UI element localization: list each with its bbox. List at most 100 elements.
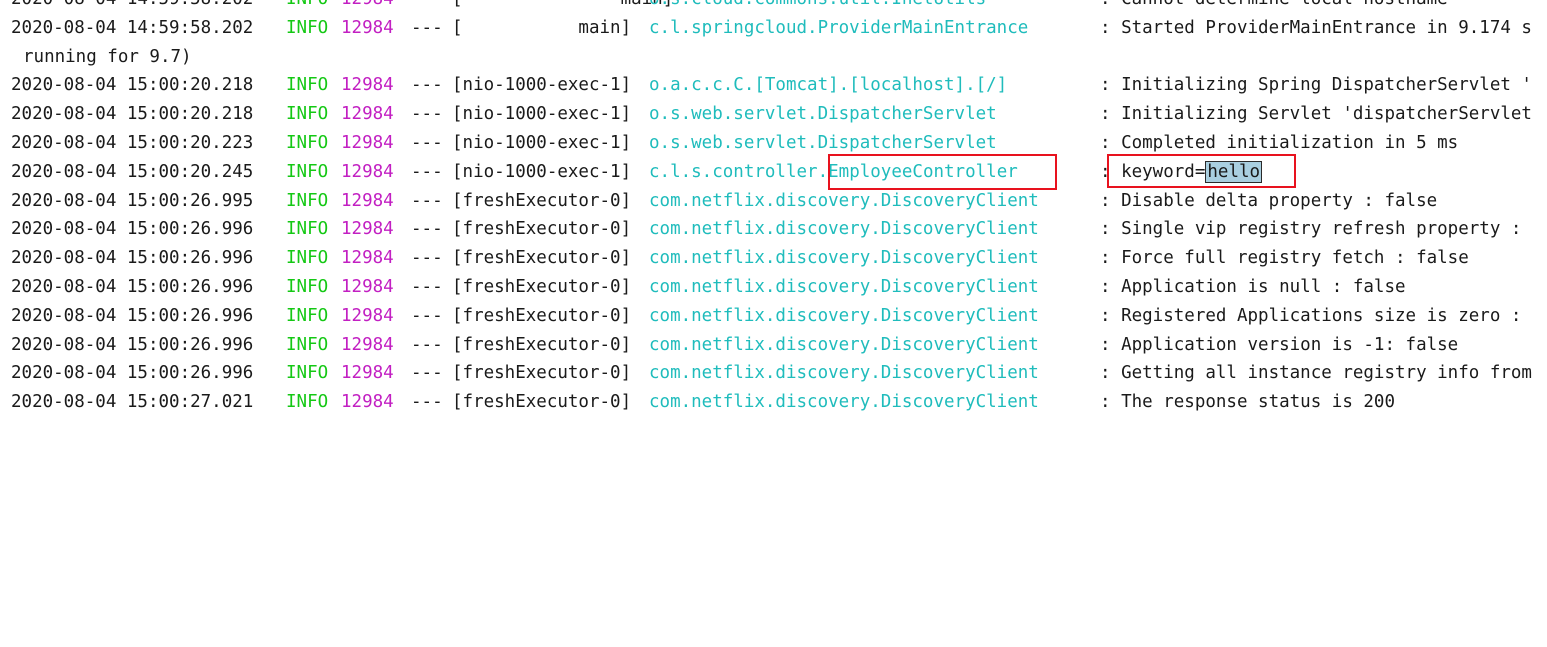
log-timestamp: 2020-08-04 14:59:58.202 — [11, 0, 253, 14]
log-line-wrap: running for 9.7) — [0, 43, 1547, 72]
log-thread: [freshExecutor-0] — [452, 190, 632, 211]
log-timestamp: 2020-08-04 15:00:26.996 — [11, 305, 254, 326]
log-timestamp: 2020-08-04 15:00:20.218 — [11, 75, 254, 96]
highlight-box-keyword — [1107, 154, 1296, 188]
log-thread: [nio-1000-exec-1] — [452, 161, 632, 182]
log-thread: [nio-1000-exec-1] — [452, 104, 632, 125]
log-separator: --- — [411, 392, 443, 413]
log-logger: com.netflix.discovery.DiscoveryClient — [649, 276, 1039, 297]
log-level: INFO — [286, 75, 329, 96]
log-line: 2020-08-04 15:00:26.996 INFO 12984 --- [… — [0, 331, 1547, 360]
log-pid: 12984 — [341, 219, 394, 240]
log-thread: [freshExecutor-0] — [452, 363, 632, 384]
log-separator: --- — [411, 190, 443, 211]
log-level: INFO — [286, 161, 329, 182]
log-message: : Initializing Spring DispatcherServlet … — [1100, 75, 1532, 96]
log-timestamp: 2020-08-04 15:00:26.996 — [11, 334, 254, 355]
log-level: INFO — [286, 190, 329, 211]
log-pid: 12984 — [341, 334, 394, 355]
log-message: : Single vip registry refresh property : — [1100, 219, 1522, 240]
log-thread: [freshExecutor-0] — [452, 248, 632, 269]
log-level: INFO — [286, 305, 329, 326]
log-separator: --- — [411, 334, 443, 355]
log-pid: 12984 — [341, 248, 394, 269]
log-level: INFO — [286, 276, 329, 297]
log-line: 2020-08-04 15:00:20.223 INFO 12984 --- [… — [0, 129, 1547, 158]
log-logger: c.l.springcloud.ProviderMainEntrance — [649, 17, 1029, 38]
log-pid: 12984 — [341, 0, 394, 14]
log-line: 2020-08-04 15:00:26.996 INFO 12984 --- [… — [0, 273, 1547, 302]
log-level: INFO — [286, 132, 329, 153]
log-line: 2020-08-04 14:59:58.202 INFO 12984 --- [… — [0, 0, 1547, 14]
log-pid: 12984 — [341, 132, 394, 153]
log-line: 2020-08-04 15:00:26.995 INFO 12984 --- [… — [0, 187, 1547, 216]
log-level: INFO — [286, 17, 329, 38]
log-thread: [freshExecutor-0] — [452, 219, 632, 240]
log-level: INFO — [286, 392, 329, 413]
log-thread: [freshExecutor-0] — [452, 276, 632, 297]
log-message: : Disable delta property : false — [1100, 190, 1438, 211]
log-line: 2020-08-04 15:00:26.996 INFO 12984 --- [… — [0, 215, 1547, 244]
log-thread: [nio-1000-exec-1] — [452, 75, 632, 96]
log-separator: --- — [411, 276, 443, 297]
log-message: : Cannot determine local hostname — [1100, 0, 1448, 14]
log-line: 2020-08-04 15:00:26.996 INFO 12984 --- [… — [0, 302, 1547, 331]
log-line: 2020-08-04 15:00:20.218 INFO 12984 --- [… — [0, 100, 1547, 129]
log-timestamp: 2020-08-04 15:00:20.223 — [11, 132, 254, 153]
log-line: 2020-08-04 14:59:58.202 INFO 12984 --- [… — [0, 14, 1547, 43]
log-pid: 12984 — [341, 75, 394, 96]
log-level: INFO — [286, 334, 329, 355]
log-logger: com.netflix.discovery.DiscoveryClient — [649, 334, 1039, 355]
log-timestamp: 2020-08-04 14:59:58.202 — [11, 17, 254, 38]
log-separator: --- — [411, 0, 443, 14]
log-thread: [ main] — [452, 0, 673, 14]
log-separator: --- — [411, 17, 443, 38]
log-logger: com.netflix.discovery.DiscoveryClient — [649, 305, 1039, 326]
log-line: 2020-08-04 15:00:26.996 INFO 12984 --- [… — [0, 359, 1547, 388]
log-timestamp: 2020-08-04 15:00:26.996 — [11, 248, 254, 269]
log-message: : Application is null : false — [1100, 276, 1406, 297]
log-separator: --- — [411, 75, 443, 96]
log-separator: --- — [411, 248, 443, 269]
log-thread: [freshExecutor-0] — [452, 305, 632, 326]
log-message: : Initializing Servlet 'dispatcherServle… — [1100, 104, 1532, 125]
log-pid: 12984 — [341, 305, 394, 326]
log-timestamp: 2020-08-04 15:00:20.245 — [11, 161, 254, 182]
log-separator: --- — [411, 161, 443, 182]
log-line-highlighted: 2020-08-04 15:00:20.245 INFO 12984 --- [… — [0, 158, 1547, 187]
log-message: : Force full registry fetch : false — [1100, 248, 1469, 269]
log-logger: com.netflix.discovery.DiscoveryClient — [649, 219, 1039, 240]
log-logger: com.netflix.discovery.DiscoveryClient — [649, 190, 1039, 211]
highlight-box-logger-class — [828, 154, 1057, 190]
log-pid: 12984 — [341, 161, 394, 182]
log-pid: 12984 — [341, 392, 394, 413]
log-line: 2020-08-04 15:00:20.218 INFO 12984 --- [… — [0, 71, 1547, 100]
log-level: INFO — [286, 0, 328, 14]
log-line: 2020-08-04 15:00:26.996 INFO 12984 --- [… — [0, 244, 1547, 273]
log-separator: --- — [411, 305, 443, 326]
log-separator: --- — [411, 104, 443, 125]
log-timestamp: 2020-08-04 15:00:26.995 — [11, 190, 254, 211]
log-pid: 12984 — [341, 17, 394, 38]
log-timestamp: 2020-08-04 15:00:26.996 — [11, 363, 254, 384]
log-pid: 12984 — [341, 276, 394, 297]
log-pid: 12984 — [341, 190, 394, 211]
log-thread: [freshExecutor-0] — [452, 334, 632, 355]
log-line: 2020-08-04 15:00:27.021 INFO 12984 --- [… — [0, 388, 1547, 417]
log-message: : Registered Applications size is zero : — [1100, 305, 1522, 326]
log-logger: com.netflix.discovery.DiscoveryClient — [649, 392, 1039, 413]
log-message-continuation: running for 9.7) — [23, 46, 192, 67]
log-pid: 12984 — [341, 363, 394, 384]
log-separator: --- — [411, 363, 443, 384]
log-logger: o.a.c.c.C.[Tomcat].[localhost].[/] — [649, 75, 1008, 96]
log-level: INFO — [286, 104, 329, 125]
log-separator: --- — [411, 219, 443, 240]
log-message: : Application version is -1: false — [1100, 334, 1459, 355]
log-thread: [freshExecutor-0] — [452, 392, 632, 413]
log-message: : Getting all instance registry info fro… — [1100, 363, 1532, 384]
console-output: 2020-08-04 14:59:58.202 INFO 12984 --- [… — [0, 0, 1547, 417]
log-timestamp: 2020-08-04 15:00:20.218 — [11, 104, 254, 125]
log-level: INFO — [286, 363, 329, 384]
log-thread: [nio-1000-exec-1] — [452, 132, 632, 153]
log-message: : Started ProviderMainEntrance in 9.174 … — [1100, 17, 1532, 38]
